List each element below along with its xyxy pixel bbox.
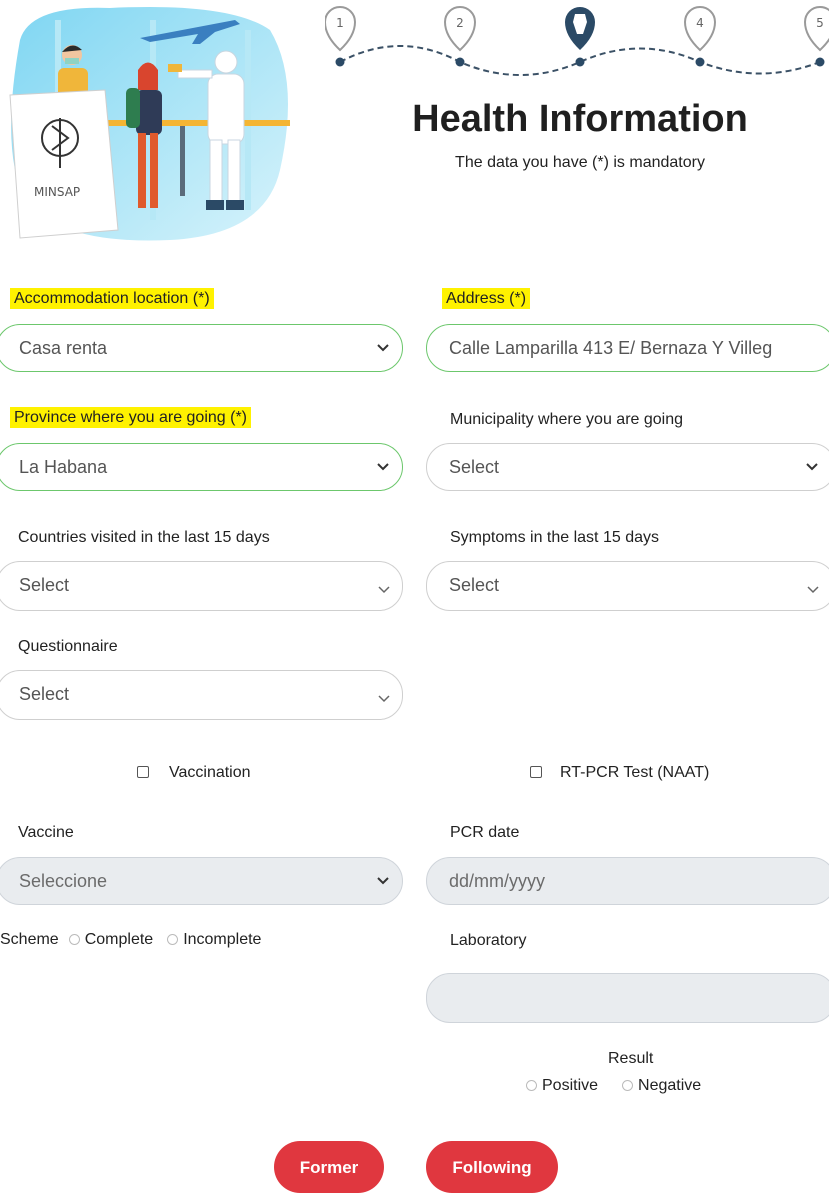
vaccination-checkbox[interactable] — [137, 766, 149, 778]
symptoms-select[interactable]: Select — [426, 561, 829, 611]
pcr-date-label: PCR date — [450, 824, 520, 841]
result-negative-label: Negative — [638, 1077, 702, 1094]
symptoms-label: Symptoms in the last 15 days — [450, 529, 659, 546]
result-label: Result — [608, 1050, 654, 1067]
pcr-date-input[interactable]: dd/mm/yyyy — [426, 857, 829, 905]
chevron-down-icon — [377, 877, 389, 885]
countries-label: Countries visited in the last 15 days — [18, 529, 270, 546]
result-group: Positive Negative — [518, 1077, 701, 1095]
chevron-down-icon — [806, 463, 818, 471]
pcr-test-label: RT-PCR Test (NAAT) — [560, 764, 710, 781]
address-label: Address (*) — [442, 288, 531, 309]
progress-steps: 1 2 4 5 — [325, 6, 829, 76]
laboratory-input[interactable] — [426, 973, 829, 1023]
result-positive-label: Positive — [542, 1077, 599, 1094]
questionnaire-label: Questionnaire — [18, 638, 118, 655]
result-negative-radio[interactable] — [622, 1080, 634, 1091]
scheme-complete-radio[interactable] — [68, 934, 80, 945]
province-select[interactable]: La Habana — [0, 443, 403, 491]
svg-text:2: 2 — [456, 16, 464, 30]
chevron-down-icon — [377, 463, 389, 471]
svg-text:5: 5 — [816, 16, 824, 30]
laboratory-label: Laboratory — [450, 932, 527, 949]
vaccine-label: Vaccine — [18, 824, 74, 841]
step-5: 5 — [803, 6, 829, 67]
vaccination-label: Vaccination — [169, 764, 251, 781]
chevron-down-icon — [807, 586, 819, 594]
former-button[interactable]: Former — [274, 1141, 384, 1193]
pcr-test-checkbox[interactable] — [530, 766, 542, 778]
accommodation-label: Accommodation location (*) — [10, 288, 214, 309]
svg-text:1: 1 — [336, 16, 344, 30]
chevron-down-icon — [378, 695, 390, 703]
countries-select[interactable]: Select — [0, 561, 403, 611]
hero-illustration: MINSAP — [9, 6, 290, 241]
svg-text:4: 4 — [696, 16, 704, 30]
sign-text: MINSAP — [34, 185, 80, 199]
municipality-select[interactable]: Select — [426, 443, 829, 491]
scheme-incomplete-label: Incomplete — [183, 931, 262, 948]
scheme-incomplete-radio[interactable] — [167, 934, 179, 945]
chevron-down-icon — [377, 344, 389, 352]
result-positive-radio[interactable] — [526, 1080, 537, 1091]
questionnaire-select[interactable]: Select — [0, 670, 403, 720]
vaccine-select[interactable]: Seleccione — [0, 857, 403, 905]
scheme-group: Scheme Complete Incomplete — [0, 931, 261, 949]
chevron-down-icon — [378, 586, 390, 594]
page-subtitle: The data you have (*) is mandatory — [455, 154, 705, 171]
address-input[interactable]: Calle Lamparilla 413 E/ Bernaza Y Villeg — [426, 324, 829, 372]
municipality-label: Municipality where you are going — [450, 411, 684, 428]
scheme-complete-label: Complete — [84, 931, 154, 948]
following-button[interactable]: Following — [426, 1141, 558, 1193]
scheme-label: Scheme — [0, 931, 59, 948]
accommodation-select[interactable]: Casa renta — [0, 324, 403, 372]
province-label: Province where you are going (*) — [10, 407, 252, 428]
page-title: Health Information — [412, 98, 748, 140]
